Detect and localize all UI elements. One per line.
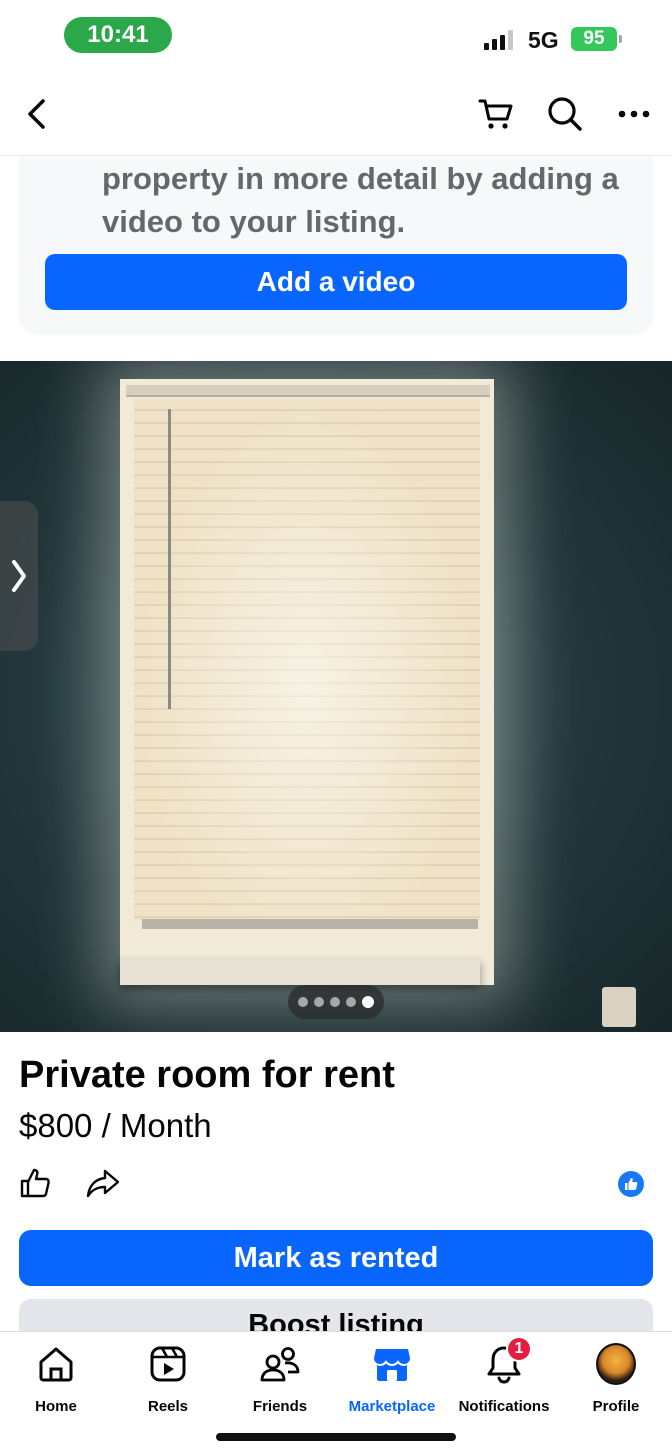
tab-label: Home — [35, 1398, 77, 1415]
status-bar: 10:41 5G 95 — [0, 0, 672, 76]
home-indicator — [216, 1433, 456, 1441]
tab-friends[interactable]: Friends — [224, 1342, 336, 1422]
friends-icon — [260, 1342, 300, 1386]
search-button[interactable] — [541, 90, 589, 138]
like-button[interactable] — [19, 1167, 53, 1201]
tab-profile[interactable]: Profile — [560, 1342, 672, 1422]
tab-home[interactable]: Home — [0, 1342, 112, 1422]
more-button[interactable] — [610, 90, 658, 138]
back-button[interactable] — [12, 90, 60, 138]
page-dot — [346, 997, 356, 1007]
network-type: 5G — [528, 27, 559, 53]
like-reaction-icon — [618, 1171, 644, 1197]
page-dot-active — [362, 996, 374, 1008]
boost-listing-button[interactable]: Boost listing — [19, 1299, 653, 1331]
mark-as-rented-button[interactable]: Mark as rented — [19, 1230, 653, 1286]
tab-marketplace[interactable]: Marketplace — [336, 1342, 448, 1422]
page-dot — [330, 997, 340, 1007]
bell-icon: 1 — [484, 1336, 532, 1386]
avatar — [596, 1342, 636, 1386]
share-icon — [86, 1169, 120, 1198]
thumbs-up-icon — [20, 1168, 50, 1198]
reels-icon — [148, 1342, 188, 1386]
listing-price: $800 / Month — [19, 1107, 212, 1144]
battery-icon: 95 — [571, 27, 622, 51]
chevron-right-icon — [12, 560, 26, 592]
notification-badge: 1 — [506, 1336, 532, 1362]
cart-icon — [478, 99, 513, 129]
window-photo-content — [120, 379, 494, 985]
listing-content[interactable]: property in more detail by adding a vide… — [0, 157, 672, 1331]
page-dot — [298, 997, 308, 1007]
photo-page-indicator — [288, 985, 384, 1019]
tab-label: Friends — [252, 1398, 308, 1415]
add-video-button[interactable]: Add a video — [45, 254, 627, 310]
tab-label: Marketplace — [348, 1398, 436, 1415]
tab-label: Profile — [592, 1398, 640, 1415]
home-icon — [36, 1342, 76, 1386]
tab-notifications[interactable]: 1 Notifications — [448, 1336, 560, 1422]
status-time: 10:41 — [64, 17, 172, 53]
search-icon — [548, 97, 582, 131]
battery-level: 95 — [583, 28, 605, 49]
more-icon — [618, 110, 650, 118]
boost-listing-label: Boost listing — [248, 1311, 424, 1332]
cart-button[interactable] — [472, 90, 520, 138]
page-dot — [314, 997, 324, 1007]
signal-icon — [484, 30, 513, 50]
marketplace-icon — [372, 1342, 412, 1386]
reaction-row — [0, 1167, 672, 1207]
like-count-reaction[interactable] — [618, 1171, 644, 1197]
add-video-card: property in more detail by adding a vide… — [18, 157, 654, 335]
chevron-left-icon — [28, 99, 45, 129]
nav-bar — [0, 76, 672, 156]
share-button[interactable] — [86, 1167, 120, 1201]
tab-reels[interactable]: Reels — [112, 1342, 224, 1422]
add-video-prompt: property in more detail by adding a vide… — [102, 161, 619, 239]
listing-photo[interactable] — [0, 361, 672, 1032]
listing-title: Private room for rent — [19, 1054, 395, 1096]
tab-label: Reels — [147, 1398, 189, 1415]
tab-label: Notifications — [458, 1398, 550, 1415]
next-photo-button[interactable] — [0, 501, 38, 651]
